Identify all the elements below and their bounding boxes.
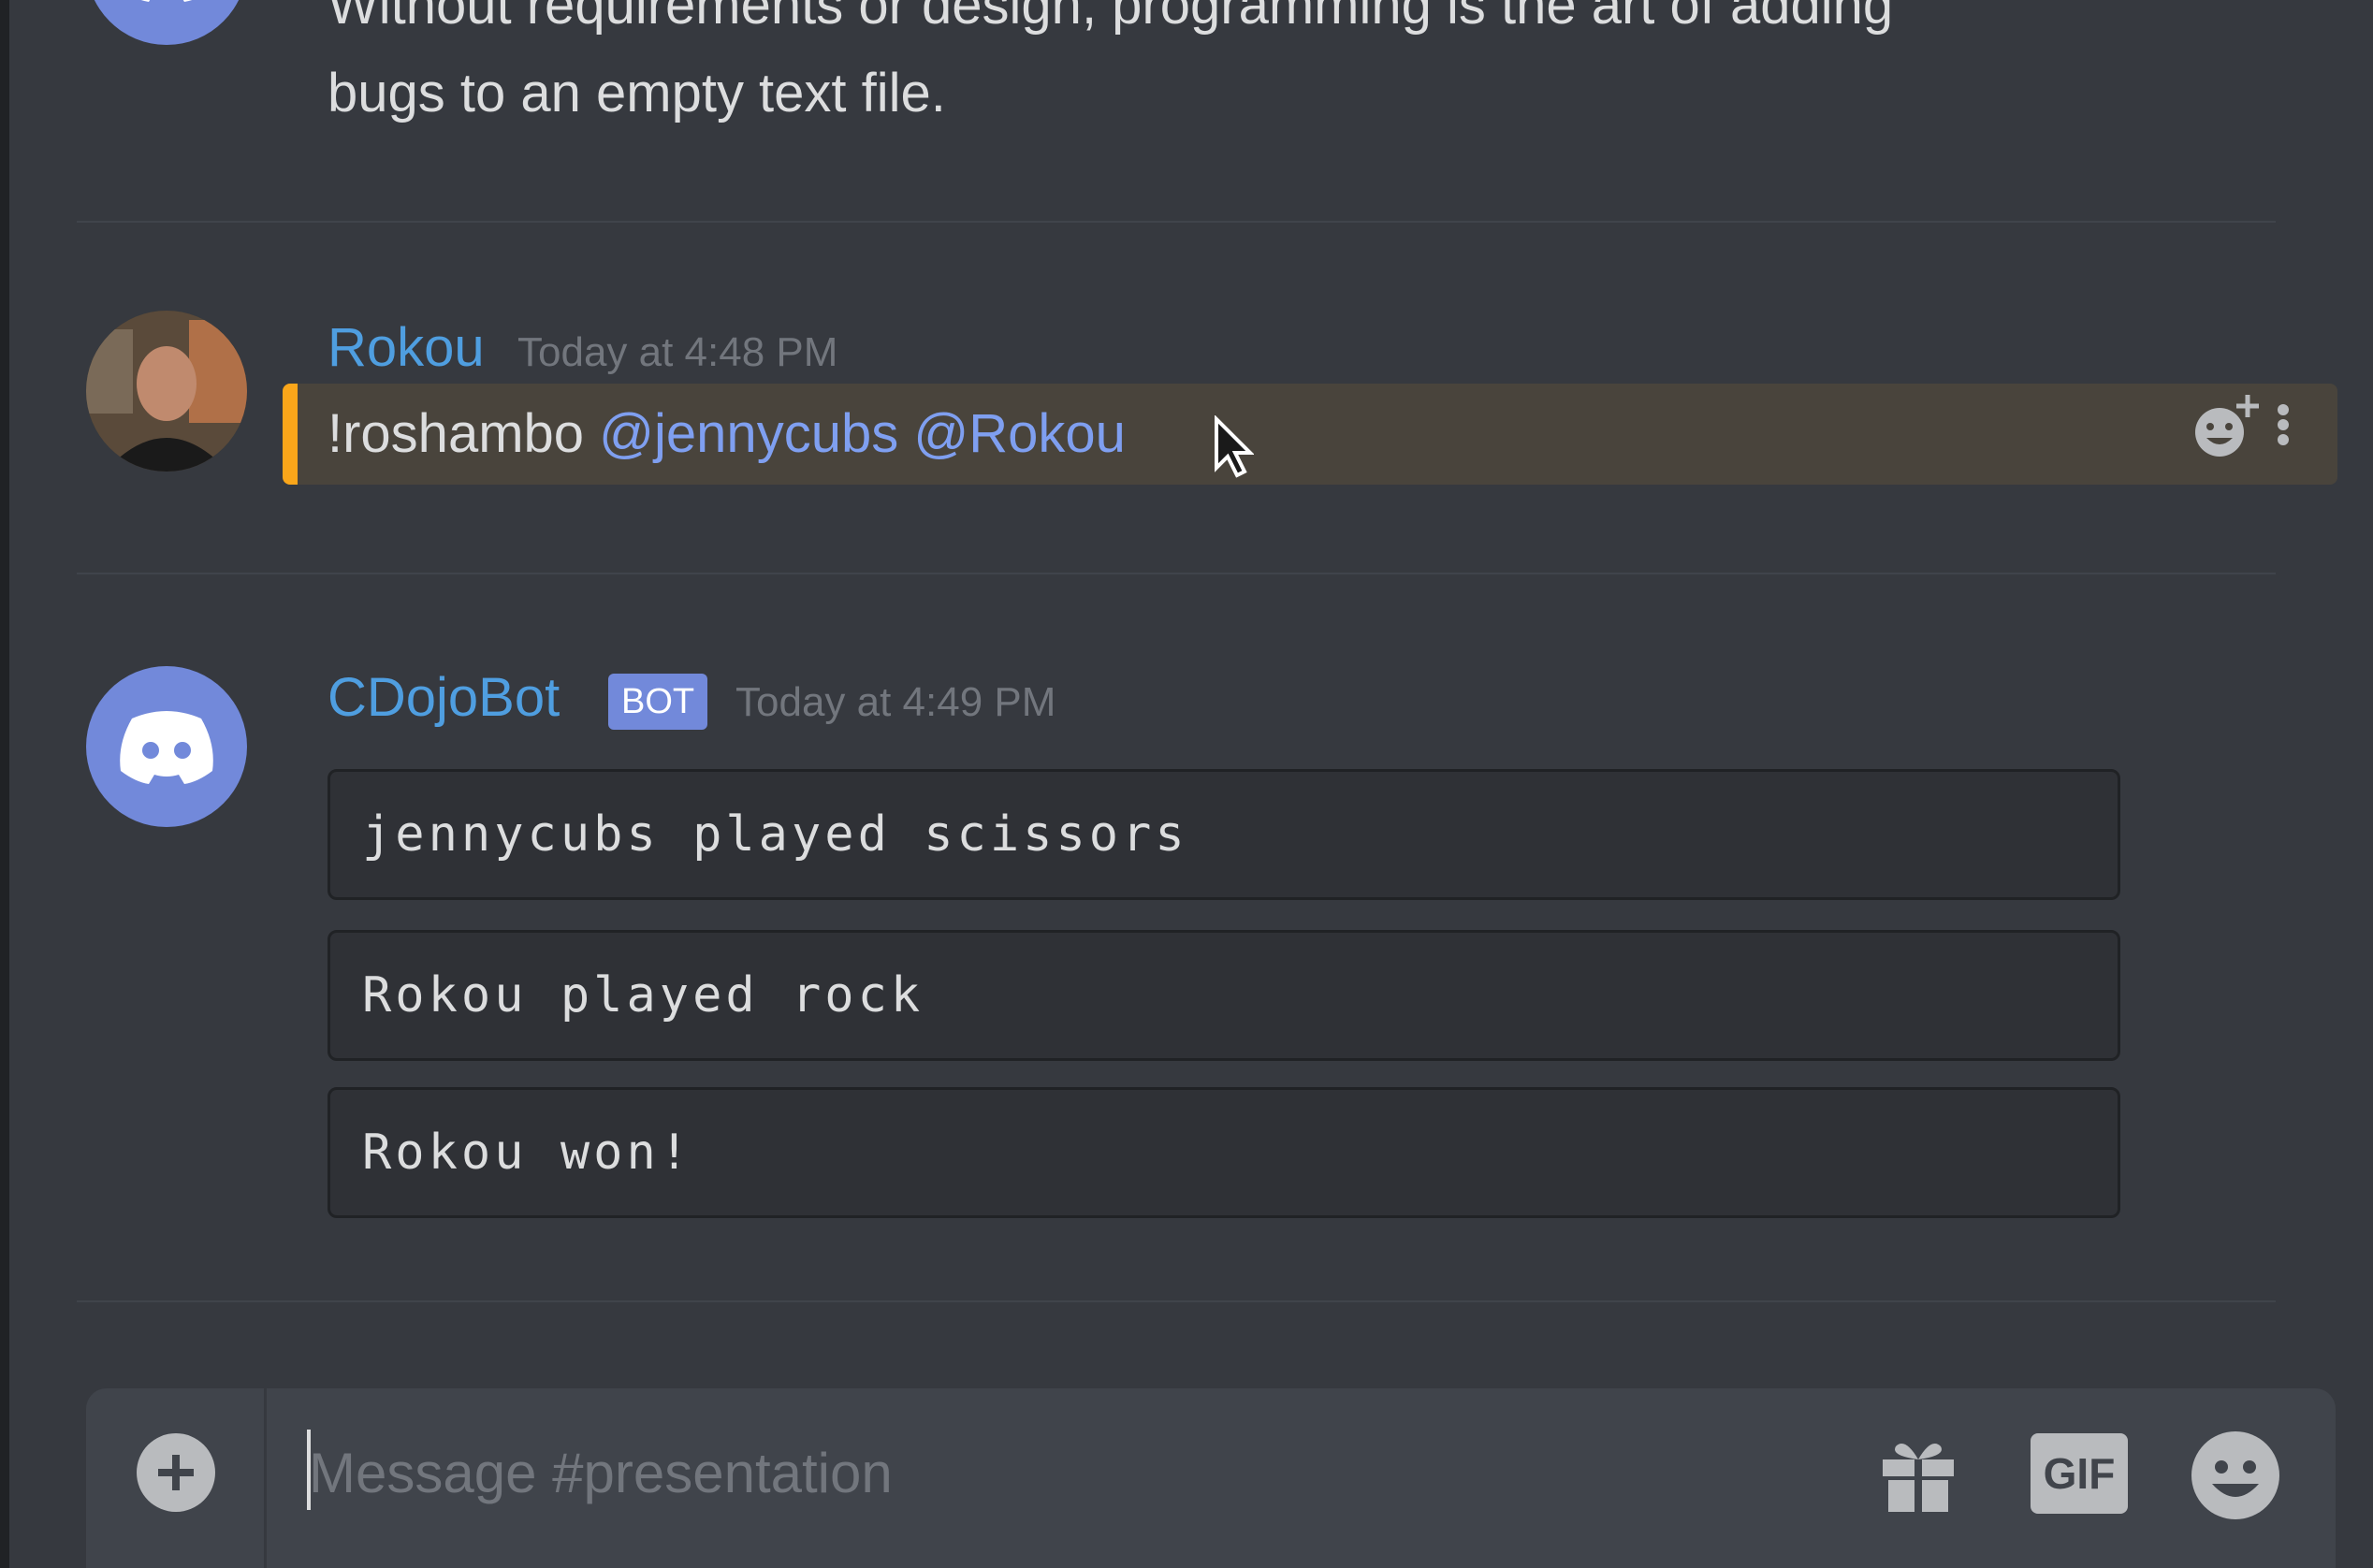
composer-separator (264, 1388, 267, 1568)
user-photo (86, 311, 247, 472)
emoji-picker-icon[interactable] (2190, 1430, 2281, 1521)
message-text: !roshambo (328, 403, 585, 464)
bot-badge: BOT (608, 674, 708, 730)
message-content: !roshambo @jennycubs @Rokou (328, 402, 1126, 465)
code-block: Rokou won! (328, 1087, 2120, 1218)
mouse-cursor-icon (1215, 415, 1254, 478)
message-author[interactable]: Rokou (328, 316, 485, 379)
left-edge (0, 0, 9, 1568)
message-timestamp: Today at 4:48 PM (517, 329, 838, 375)
code-block: jennycubs played scissors (328, 769, 2120, 900)
more-vertical-icon[interactable] (2264, 393, 2302, 464)
code-block: Rokou played rock (328, 930, 2120, 1061)
message-divider (77, 221, 2276, 223)
message-divider (77, 1300, 2276, 1302)
discord-logo-icon (120, 711, 213, 784)
mention-rokou[interactable]: @Rokou (913, 403, 1126, 464)
gift-icon[interactable] (1877, 1433, 1959, 1516)
previous-message-line1: Without requirements or design, programm… (328, 0, 1894, 36)
message-hover-toolbar (2190, 393, 2302, 464)
gif-button[interactable]: GIF (2031, 1433, 2128, 1514)
add-attachment-button[interactable] (137, 1433, 215, 1512)
message-divider (77, 573, 2276, 574)
add-reaction-icon[interactable] (2190, 393, 2261, 464)
plus-icon (158, 1455, 194, 1490)
mention-jennycubs[interactable]: @jennycubs (599, 403, 898, 464)
avatar[interactable] (86, 666, 247, 827)
discord-logo-icon (140, 0, 193, 2)
message-author[interactable]: CDojoBot (328, 666, 560, 729)
avatar[interactable] (86, 311, 247, 472)
previous-message-line2: bugs to an empty text file. (328, 63, 946, 123)
message-timestamp: Today at 4:49 PM (735, 679, 1056, 725)
mention-highlight-bar (283, 384, 298, 485)
message-input[interactable]: Message #presentation (309, 1441, 893, 1505)
